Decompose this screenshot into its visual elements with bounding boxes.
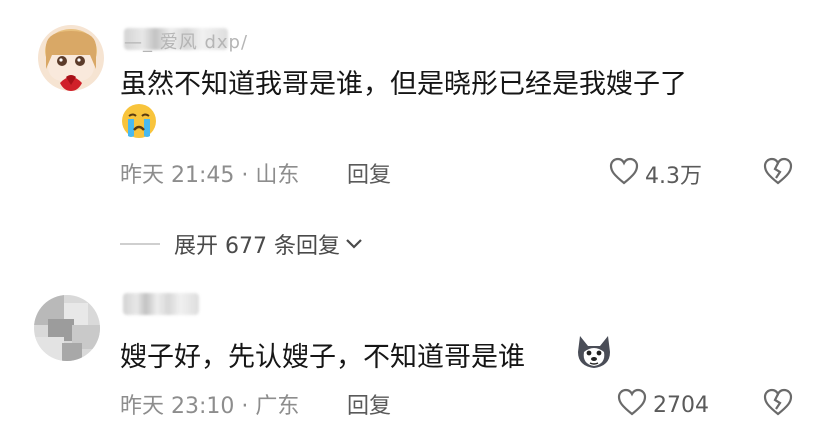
heart-icon — [609, 157, 639, 191]
like-count: 4.3万 — [645, 164, 702, 189]
broken-heart-icon[interactable] — [763, 388, 793, 420]
reply-button[interactable]: 回复 — [347, 388, 391, 420]
username-blurred[interactable] — [123, 293, 199, 315]
like-button[interactable]: 4.3万 — [609, 157, 702, 191]
avatar[interactable] — [34, 295, 100, 361]
heart-icon — [617, 388, 647, 422]
divider-line — [120, 243, 160, 245]
comment-text: 嫂子好，先认嫂子，不知道哥是谁 — [120, 342, 525, 373]
comment-time-location: 昨天 23:10 · 广东 — [120, 394, 300, 419]
expand-replies-button[interactable]: 展开 677 条回复 — [120, 228, 364, 260]
comment-item: 嫂子好，先认嫂子，不知道哥是谁 昨天 23:10 · 广东 回复 2704 — [0, 0, 827, 419]
chevron-down-icon — [344, 232, 364, 257]
husky-dog-icon — [574, 332, 614, 374]
comment-time-location: 昨天 21:45 · 山东 — [120, 163, 300, 188]
broken-heart-icon[interactable] — [763, 157, 793, 189]
like-count: 2704 — [653, 392, 709, 418]
like-button[interactable]: 2704 — [617, 388, 709, 422]
expand-replies-label: 展开 677 条回复 — [174, 234, 340, 259]
reply-button[interactable]: 回复 — [347, 157, 391, 189]
